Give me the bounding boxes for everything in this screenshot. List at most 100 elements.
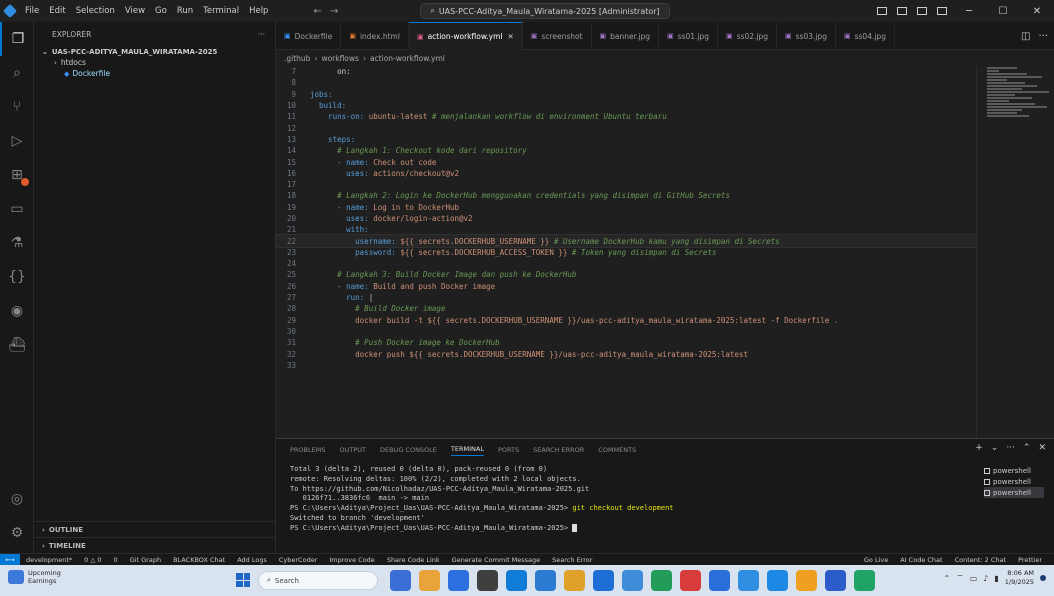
taskbar-app-icon[interactable]	[738, 570, 759, 591]
code-line[interactable]: 13 steps:	[276, 134, 976, 145]
customize-layout-icon[interactable]	[932, 0, 952, 22]
settings-gear-icon[interactable]: ⚙	[0, 516, 34, 550]
taskbar-app-icon[interactable]	[535, 570, 556, 591]
taskbar-app-icon[interactable]	[825, 570, 846, 591]
tab-index-html[interactable]: ▣ index.html	[341, 22, 409, 50]
status-item[interactable]: Share Code Link	[381, 556, 446, 564]
code-line[interactable]: 32 docker push ${{ secrets.DOCKERHUB_USE…	[276, 348, 976, 359]
breadcrumb-item[interactable]: action-workflow.yml	[370, 54, 445, 63]
code-line[interactable]: 19 - name: Log in to DockerHub	[276, 202, 976, 213]
status-item[interactable]: Search Error	[546, 556, 598, 564]
search-icon[interactable]: ⌕	[0, 56, 34, 90]
account-icon[interactable]: ◎	[0, 482, 34, 516]
code-line[interactable]: 15 - name: Check out code	[276, 156, 976, 167]
new-terminal-icon[interactable]: +	[975, 443, 983, 453]
menu-item-run[interactable]: Run	[172, 6, 198, 16]
docker-icon[interactable]: ⛴	[0, 328, 34, 362]
status-item[interactable]: development*	[20, 556, 78, 564]
code-line[interactable]: 27 run: |	[276, 292, 976, 303]
status-item[interactable]: Content: 2 Chat	[949, 556, 1013, 564]
explorer-icon[interactable]: ❐	[0, 22, 34, 56]
code-editor[interactable]: 7 on: 8 9 jobs: 10 build: 11 runs-on: ubuntu-…	[275, 66, 977, 438]
remote-explorer-icon[interactable]: ▭	[0, 192, 34, 226]
status-item[interactable]: Prettier	[1012, 556, 1048, 564]
extensions-icon[interactable]: ⊞	[0, 158, 34, 192]
code-line[interactable]: 20 uses: docker/login-action@v2	[276, 213, 976, 224]
split-editor-icon[interactable]: ◫	[1021, 31, 1030, 42]
panel-tab-output[interactable]: OUTPUT	[339, 446, 366, 454]
taskbar-app-icon[interactable]	[767, 570, 788, 591]
taskbar-app-icon[interactable]	[651, 570, 672, 591]
code-line[interactable]: 11 runs-on: ubuntu-latest # menjalankan …	[276, 111, 976, 122]
code-line[interactable]: 10 build:	[276, 100, 976, 111]
maximize-button[interactable]: ☐	[986, 0, 1020, 22]
panel-tab-search-error[interactable]: SEARCH ERROR	[533, 446, 584, 454]
tab-ss02-jpg[interactable]: ▣ ss02.jpg	[718, 22, 777, 50]
timeline-section[interactable]: › TIMELINE	[34, 537, 276, 553]
status-item[interactable]: Improve Code	[323, 556, 380, 564]
menu-item-go[interactable]: Go	[150, 6, 172, 16]
close-icon[interactable]: ✕	[507, 32, 513, 41]
code-line[interactable]: 28 # Build Docker image	[276, 303, 976, 314]
code-line[interactable]: 12	[276, 122, 976, 133]
network-icon[interactable]: ⌔	[956, 573, 964, 583]
code-line[interactable]: 18 # Langkah 2: Login ke DockerHub mengg…	[276, 190, 976, 201]
menu-item-terminal[interactable]: Terminal	[198, 6, 244, 16]
code-line[interactable]: 26 - name: Build and push Docker image	[276, 281, 976, 292]
code-line[interactable]: 21 with:	[276, 224, 976, 235]
status-item[interactable]: Git Graph	[124, 556, 167, 564]
code-line[interactable]: 24	[276, 258, 976, 269]
run-debug-icon[interactable]: ▷	[0, 124, 34, 158]
taskbar-app-icon[interactable]	[593, 570, 614, 591]
terminal-instance[interactable]: powershell	[984, 476, 1044, 487]
remote-indicator-icon[interactable]: ⟷	[0, 553, 20, 566]
breadcrumb-item[interactable]: workflows	[321, 54, 359, 63]
folder-htdocs[interactable]: › htdocs	[34, 57, 275, 68]
chevron-down-icon[interactable]: ⌄	[991, 443, 999, 453]
panel-tab-debug-console[interactable]: DEBUG CONSOLE	[380, 446, 437, 454]
more-actions-icon[interactable]: ···	[258, 30, 265, 39]
maximize-panel-icon[interactable]: ⌃	[1023, 443, 1031, 453]
command-center[interactable]: ⌕ UAS-PCC-Aditya_Maula_Wiratama-2025 [Ad…	[420, 3, 670, 19]
forward-arrow-icon[interactable]: →	[330, 6, 338, 17]
code-line[interactable]: 22 username: ${{ secrets.DOCKERHUB_USERN…	[275, 234, 977, 248]
notification-icon[interactable]	[1040, 575, 1046, 581]
status-item[interactable]: AI Code Chat	[894, 556, 948, 564]
panel-tab-terminal[interactable]: TERMINAL	[450, 445, 484, 456]
taskbar-app-icon[interactable]	[680, 570, 701, 591]
code-line[interactable]: 16 uses: actions/checkout@v2	[276, 168, 976, 179]
testing-icon[interactable]: ⚗	[0, 226, 34, 260]
status-item[interactable]: Go Live	[858, 556, 894, 564]
taskbar-app-icon[interactable]	[854, 570, 875, 591]
tab-ss01-jpg[interactable]: ▣ ss01.jpg	[659, 22, 719, 50]
code-line[interactable]: 33	[276, 360, 976, 371]
panel-tab-problems[interactable]: PROBLEMS	[290, 446, 325, 454]
panel-tab-comments[interactable]: COMMENTS	[598, 446, 636, 454]
taskbar-app-icon[interactable]	[622, 570, 643, 591]
menu-item-file[interactable]: File	[20, 6, 44, 16]
status-item[interactable]: BLACKBOX Chat	[167, 556, 231, 564]
code-line[interactable]: 7 on:	[276, 66, 976, 77]
code-line[interactable]: 30	[276, 326, 976, 337]
terminal-instance[interactable]: powershell	[984, 487, 1044, 498]
toggle-primary-sidebar-icon[interactable]	[872, 0, 892, 22]
code-line[interactable]: 9 jobs:	[276, 89, 976, 100]
monitor-icon[interactable]: ▭	[970, 574, 978, 583]
tab-dockerfile[interactable]: ▣ Dockerfile	[276, 22, 342, 50]
code-line[interactable]: 25 # Langkah 3: Build Docker Image dan p…	[276, 269, 976, 280]
tab-ss03-jpg[interactable]: ▣ ss03.jpg	[777, 22, 836, 50]
tab-ss04-jpg[interactable]: ▣ ss04.jpg	[836, 22, 895, 50]
taskbar-app-icon[interactable]	[477, 570, 498, 591]
json-icon[interactable]: {}	[0, 260, 34, 294]
windows-start-icon[interactable]	[236, 573, 250, 587]
taskbar-app-icon[interactable]	[390, 570, 411, 591]
status-item[interactable]: CyberCoder	[273, 556, 324, 564]
status-item[interactable]: 0	[108, 556, 124, 564]
code-line[interactable]: 17	[276, 179, 976, 190]
panel-tab-ports[interactable]: PORTS	[498, 446, 519, 454]
tab-screenshot[interactable]: ▣ screenshot	[523, 22, 592, 50]
status-item[interactable]: Generate Commit Message	[446, 556, 547, 564]
battery-icon[interactable]: ▮	[994, 574, 998, 583]
taskbar-app-icon[interactable]	[564, 570, 585, 591]
minimap[interactable]	[976, 66, 1054, 438]
